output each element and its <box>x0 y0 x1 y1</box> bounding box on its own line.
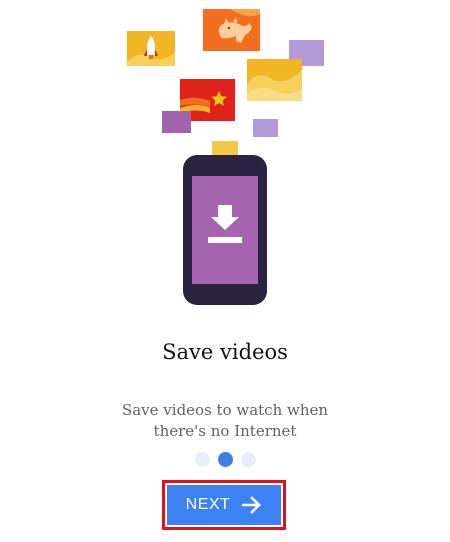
purple-card-left <box>162 111 191 133</box>
page-dot-3[interactable] <box>240 451 256 467</box>
page-dot-1[interactable] <box>194 451 210 467</box>
onboarding-illustration <box>127 9 324 305</box>
phone-illustration <box>183 155 267 305</box>
page-description: Save videos to watch when there's no Int… <box>121 401 329 440</box>
rocket-card <box>127 31 175 66</box>
next-button-label: NEXT <box>185 496 231 513</box>
page-title: Save videos <box>162 340 288 364</box>
arrow-right-icon <box>242 496 262 514</box>
cat-card <box>203 9 260 51</box>
next-button[interactable]: NEXT <box>167 485 281 525</box>
wave-card <box>247 59 302 101</box>
page-dot-2-active[interactable] <box>217 451 233 467</box>
page-indicator <box>0 450 450 468</box>
purple-card-right <box>253 119 278 137</box>
